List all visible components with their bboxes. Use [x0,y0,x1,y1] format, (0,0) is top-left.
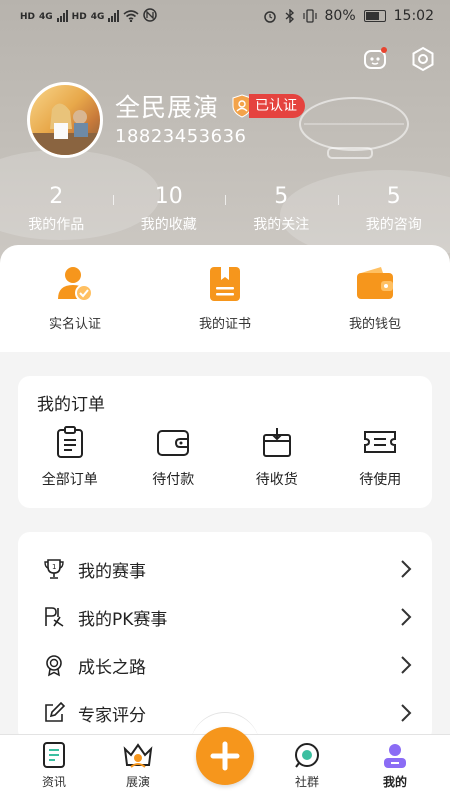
tab-news[interactable]: 资讯 [19,741,89,790]
hd-label: HD [20,12,35,22]
user-verify-icon [56,265,94,303]
menu-item-my-events[interactable]: 1 我的赛事 [18,545,432,593]
alarm-icon [263,9,277,23]
quick-action-label: 我的证书 [199,313,251,332]
stat-label: 我的作品 [0,214,113,234]
wallet-outline-icon [156,426,190,458]
medal-icon [42,653,66,677]
user-name: 全民展演 [115,88,219,124]
notification-dot [381,47,387,53]
profile-stats: 2 我的作品 10 我的收藏 5 我的关注 5 我的咨询 [0,182,450,234]
order-pending-payment[interactable]: 待付款 [122,426,226,489]
clock: 15:02 [394,8,434,24]
ticket-icon [362,426,398,458]
stat-value: 2 [0,182,113,212]
stat-works[interactable]: 2 我的作品 [0,182,113,234]
network-label: 4G [91,12,105,22]
menu-card: 1 我的赛事 我的PK赛事 成长之路 专家评分 [18,532,432,742]
menu-item-label: 专家评分 [78,701,146,726]
battery-percent: 80% [325,8,356,24]
stat-consultations[interactable]: 5 我的咨询 [338,182,450,234]
bluetooth-icon [285,9,295,23]
order-label: 待使用 [359,469,401,489]
performance-icon [121,741,155,769]
stat-favorites[interactable]: 10 我的收藏 [113,182,226,234]
stat-label: 我的关注 [225,214,338,234]
signal-icon [108,10,119,22]
orders-card: 我的订单 全部订单 待付款 待收货 [18,376,432,508]
pk-icon [42,605,66,629]
community-icon [293,741,321,769]
quick-action-certificate[interactable]: 我的证书 [150,245,300,352]
status-bar: HD 4G HD 4G 80% 15:02 [0,0,450,34]
avatar[interactable] [27,82,103,158]
order-all[interactable]: 全部订单 [18,426,122,489]
clipboard-icon [55,426,85,458]
quick-action-label: 实名认证 [49,313,101,332]
stat-following[interactable]: 5 我的关注 [225,182,338,234]
airship-decoration [298,96,418,166]
tab-label: 社群 [295,773,319,790]
stat-value: 10 [113,182,226,212]
menu-item-pk-events[interactable]: 我的PK赛事 [18,593,432,641]
package-icon [261,426,293,458]
plus-icon [210,741,240,771]
stat-label: 我的咨询 [338,214,450,234]
verified-badge: 已认证 [231,94,305,118]
quick-action-wallet[interactable]: 我的钱包 [300,245,450,352]
system-indicators: 80% 15:02 [263,8,434,24]
add-button[interactable] [196,727,254,785]
vibrate-icon [303,9,317,23]
order-label: 待收货 [256,469,298,489]
edit-icon [42,701,66,725]
chevron-right-icon [400,559,412,579]
hd-label: HD [72,12,87,22]
nfc-icon [143,8,157,22]
message-button[interactable] [362,46,388,72]
settings-button[interactable] [410,46,436,72]
order-label: 全部订单 [42,469,98,489]
signal-icon [57,10,68,22]
quick-action-label: 我的钱包 [349,313,401,332]
menu-item-label: 我的赛事 [78,557,146,582]
stat-value: 5 [225,182,338,212]
network-label: 4G [39,12,53,22]
tab-performance[interactable]: 展演 [103,741,173,790]
user-phone: 18823453636 [115,126,246,147]
chevron-right-icon [400,655,412,675]
me-icon [381,741,409,769]
stat-value: 5 [338,182,450,212]
order-to-use[interactable]: 待使用 [329,426,433,489]
tab-label: 我的 [383,773,407,790]
chevron-right-icon [400,703,412,723]
certificate-icon [206,265,244,303]
quick-actions: 实名认证 我的证书 我的钱包 [0,245,450,352]
tab-me[interactable]: 我的 [360,741,430,790]
orders-title: 我的订单 [37,390,105,415]
menu-item-label: 我的PK赛事 [78,605,167,630]
order-pending-receipt[interactable]: 待收货 [225,426,329,489]
wallet-icon [355,265,395,303]
tab-label: 资讯 [42,773,66,790]
tab-community[interactable]: 社群 [272,741,342,790]
menu-item-growth-path[interactable]: 成长之路 [18,641,432,689]
tab-label: 展演 [126,773,150,790]
chevron-right-icon [400,607,412,627]
order-status-row: 全部订单 待付款 待收货 待使用 [18,426,432,489]
svg-text:1: 1 [52,563,56,571]
settings-icon [410,46,436,72]
quick-action-verify[interactable]: 实名认证 [0,245,150,352]
trophy-icon: 1 [42,557,66,581]
order-label: 待付款 [152,469,194,489]
battery-icon [364,10,386,22]
signal-indicators: HD 4G HD 4G [20,8,157,22]
wifi-icon [123,10,139,22]
stat-label: 我的收藏 [113,214,226,234]
verified-label: 已认证 [249,94,305,118]
avatar-photo [30,85,100,155]
header-actions [362,46,436,72]
menu-item-label: 成长之路 [78,653,146,678]
news-icon [41,741,67,769]
